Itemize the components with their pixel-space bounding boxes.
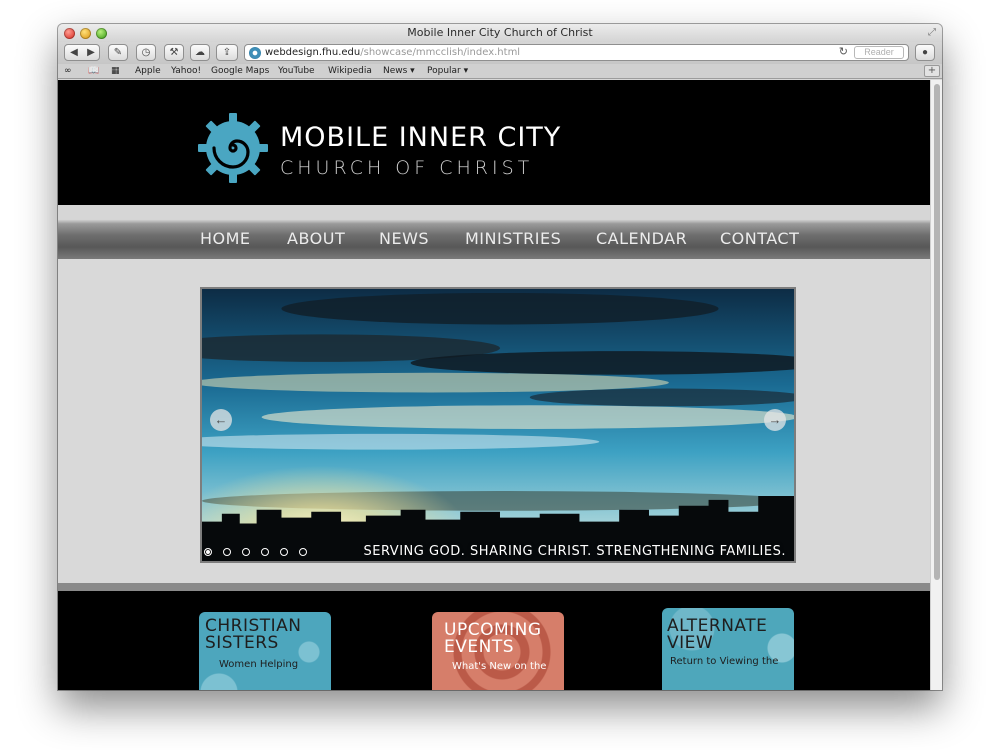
clock-icon: ◷ <box>141 47 151 58</box>
reading-list-icon[interactable]: ∞ <box>64 64 72 78</box>
tile-title-line: EVENTS <box>444 637 515 657</box>
back-arrow-icon[interactable]: ◀ <box>65 45 83 60</box>
tools-button[interactable]: ⚒ <box>164 44 184 61</box>
gear-spiral-logo-icon[interactable] <box>196 111 270 185</box>
bookmark-wikipedia[interactable]: Wikipedia <box>328 64 372 78</box>
nav-contact[interactable]: CONTACT <box>720 219 799 259</box>
css-icon: ✎ <box>113 47 123 58</box>
back-forward-buttons: ◀ ▶ <box>64 44 100 61</box>
cloud-icon: ☁ <box>195 47 205 58</box>
site-favicon-icon <box>249 47 261 59</box>
zoom-window-button[interactable] <box>96 28 107 39</box>
share-button[interactable]: ⇪ <box>216 44 238 61</box>
browser-window: Mobile Inner City Church of Christ ⤢ ◀ ▶… <box>58 24 942 690</box>
bookmark-youtube[interactable]: YouTube <box>278 64 315 78</box>
slider-dot[interactable] <box>204 548 212 556</box>
slider-next-arrow-icon[interactable]: → <box>764 409 786 431</box>
alternate-view-tile[interactable]: ALTERNATE VIEW Return to Viewing the <box>662 608 794 690</box>
new-tab-plus-icon[interactable]: + <box>924 65 940 77</box>
reader-button[interactable]: Reader <box>854 46 904 59</box>
slider-dot[interactable] <box>242 548 250 556</box>
fullscreen-icon[interactable]: ⤢ <box>926 27 938 39</box>
tile-subtitle: Return to Viewing the <box>670 656 779 667</box>
slider-dot[interactable] <box>280 548 288 556</box>
history-button[interactable]: ◷ <box>136 44 156 61</box>
vertical-scrollbar[interactable] <box>930 80 942 690</box>
slider-dot[interactable] <box>261 548 269 556</box>
nav-spacer <box>58 205 930 219</box>
bookmarks-bar: ∞ 📖 ▦ Apple Yahoo! Google Maps YouTube W… <box>58 64 942 79</box>
page-viewport: MOBILE INNER CITY CHURCH OF CHRIST HOME … <box>58 80 930 690</box>
tile-subtitle: Women Helping <box>219 659 299 670</box>
nav-home[interactable]: HOME <box>200 219 251 259</box>
upcoming-events-tile[interactable]: UPCOMING EVENTS What's New on the <box>432 612 564 690</box>
browser-toolbar: ◀ ▶ ✎ ◷ ⚒ ☁ ⇪ webdesign.fhu.edu/showcase… <box>58 42 942 64</box>
bookmark-popular-menu[interactable]: Popular ▾ <box>427 64 468 78</box>
bookmark-yahoo[interactable]: Yahoo! <box>171 64 201 78</box>
tile-title: ALTERNATE VIEW <box>667 618 767 652</box>
downloads-button[interactable]: ● <box>915 44 935 61</box>
sky-sunset-slide-image <box>202 289 794 561</box>
site-logo-subtitle: CHURCH OF CHRIST <box>280 157 534 179</box>
title-bar: Mobile Inner City Church of Christ ⤢ <box>58 24 942 42</box>
nav-about[interactable]: ABOUT <box>287 219 345 259</box>
bookmark-google-maps[interactable]: Google Maps <box>211 64 269 78</box>
image-slider: ← → SERVING GOD. SHARING CHRIST. STRENGT… <box>200 287 796 563</box>
tile-title: CHRISTIAN SISTERS <box>205 618 302 652</box>
close-window-button[interactable] <box>64 28 75 39</box>
address-bar[interactable]: webdesign.fhu.edu/showcase/mmcclish/inde… <box>244 44 909 61</box>
tile-title: UPCOMING EVENTS <box>444 622 542 656</box>
url-path: /showcase/mmcclish/index.html <box>360 47 521 58</box>
slider-dot[interactable] <box>299 548 307 556</box>
tile-title-line: VIEW <box>667 633 714 653</box>
download-icon: ● <box>921 47 929 58</box>
site-logo-title[interactable]: MOBILE INNER CITY <box>280 122 561 153</box>
minimize-window-button[interactable] <box>80 28 91 39</box>
share-icon: ⇪ <box>222 47 232 58</box>
christian-sisters-tile[interactable]: CHRISTIAN SISTERS Women Helping <box>199 612 331 690</box>
tile-title-line: SISTERS <box>205 633 279 653</box>
main-nav: HOME ABOUT NEWS MINISTRIES CALENDAR CONT… <box>58 219 930 259</box>
slider-dot[interactable] <box>223 548 231 556</box>
wrench-icon: ⚒ <box>169 47 179 58</box>
nav-news[interactable]: NEWS <box>379 219 429 259</box>
css-toggle-button[interactable]: ✎ <box>108 44 128 61</box>
top-sites-grid-icon[interactable]: ▦ <box>111 64 120 78</box>
url-host: webdesign.fhu.edu <box>265 47 361 58</box>
bookmarks-book-icon[interactable]: 📖 <box>88 64 99 78</box>
forward-arrow-icon[interactable]: ▶ <box>82 45 100 60</box>
icloud-button[interactable]: ☁ <box>190 44 210 61</box>
reload-icon[interactable]: ↻ <box>839 45 848 60</box>
section-divider <box>58 583 930 591</box>
bookmark-apple[interactable]: Apple <box>135 64 161 78</box>
nav-ministries[interactable]: MINISTRIES <box>465 219 561 259</box>
slider-tagline: SERVING GOD. SHARING CHRIST. STRENGTHENI… <box>363 544 786 559</box>
tile-subtitle: What's New on the <box>452 661 547 672</box>
url-text: webdesign.fhu.edu/showcase/mmcclish/inde… <box>265 45 520 60</box>
nav-calendar[interactable]: CALENDAR <box>596 219 687 259</box>
slider-prev-arrow-icon[interactable]: ← <box>210 409 232 431</box>
bookmark-news-menu[interactable]: News ▾ <box>383 64 415 78</box>
window-title: Mobile Inner City Church of Christ <box>407 26 593 39</box>
site-header: MOBILE INNER CITY CHURCH OF CHRIST <box>58 80 930 205</box>
scrollbar-thumb[interactable] <box>934 84 940 580</box>
